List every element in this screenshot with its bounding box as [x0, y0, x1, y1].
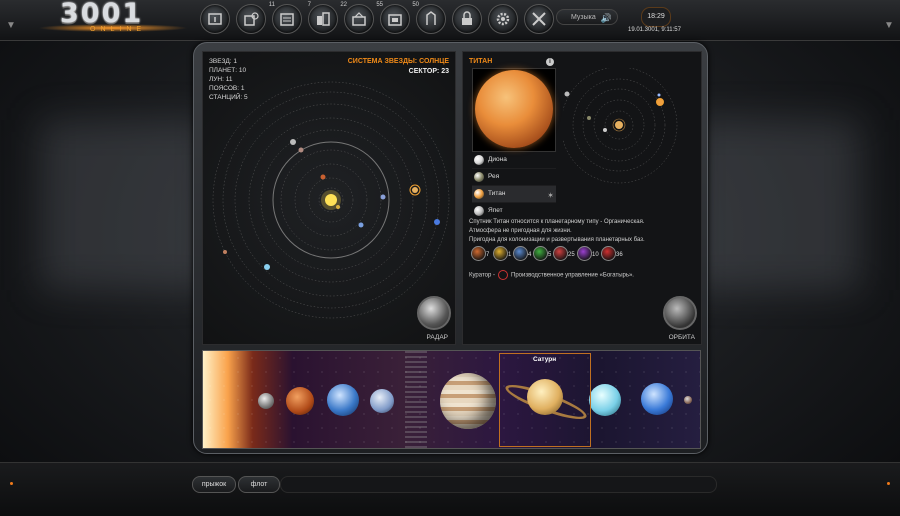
resource-value: 4	[528, 252, 532, 258]
belts-count: ПОЯСОВ: 1	[209, 85, 245, 92]
build-icon[interactable]: 7	[272, 2, 311, 34]
music-label: Музыка	[571, 14, 596, 21]
orbit-label: ОРБИТА	[668, 334, 695, 341]
curator-label: Куратор -	[469, 272, 495, 279]
alien-resource-icon	[601, 246, 616, 261]
storage-icon[interactable]: 50	[380, 2, 419, 34]
bio-resource-icon	[533, 246, 548, 261]
radar-label: РАДАР	[426, 334, 448, 341]
orbit-button[interactable]	[663, 296, 697, 330]
info-icon[interactable]	[200, 4, 230, 34]
bottom-info-line	[280, 476, 717, 493]
top-bar: ▼ ▼ 3001 ONLINE 11 7 22 55 50 Музыка 🔊 18:29…	[0, 0, 900, 41]
resource-value: 36	[616, 252, 623, 258]
stations-count: СТАНЦИЙ: 5	[209, 94, 248, 101]
factory-icon[interactable]: 22	[308, 2, 347, 34]
selected-planet-frame	[499, 353, 591, 447]
planet-mercury[interactable]	[258, 393, 274, 409]
moon-name: Рея	[488, 173, 500, 180]
moon-name: Титан	[488, 190, 506, 197]
info-icon[interactable]: i	[546, 58, 554, 66]
tech-resource-icon	[513, 246, 528, 261]
sector-label: СЕКТОР: 23	[408, 68, 449, 75]
resource-value: 5	[548, 252, 552, 258]
right-edge-light	[887, 482, 890, 485]
selected-planet-label: Сатурн	[533, 356, 557, 363]
moon-list-item[interactable]: Диона	[472, 152, 556, 169]
moon-name: Япет	[488, 207, 503, 214]
fire-resource-icon	[471, 246, 486, 261]
tools-icon[interactable]	[524, 4, 554, 34]
radar-button[interactable]	[417, 296, 451, 330]
settings-icon[interactable]	[488, 4, 518, 34]
collapse-right-arrow-icon[interactable]: ▼	[882, 20, 896, 32]
moons-count: ЛУН: 11	[209, 76, 233, 83]
speaker-icon: 🔊	[600, 13, 612, 23]
asteroid-belt[interactable]	[405, 351, 427, 448]
curator-line: Куратор - Производственное управление «Бо…	[469, 270, 634, 280]
game-date: 19.01.3001, 9:11:57	[628, 27, 681, 33]
curator-name[interactable]: Производственное управление «Богатырь».	[511, 273, 634, 279]
planet-strip: Сатурн	[202, 350, 701, 449]
moon-detail-panel: ТИТАН i Диона Рея Титан ✶ Япет Спутник Титан…	[462, 51, 702, 345]
star-system-panel: ЗВЕЗД: 1 ПЛАНЕТ: 10 ЛУН: 11 ПОЯСОВ: 1 СТ…	[202, 51, 456, 345]
moon-list-item[interactable]: Рея	[472, 169, 556, 186]
moon-thumb-icon	[474, 206, 484, 216]
planet-uranus[interactable]	[589, 384, 621, 416]
resource-value: 7	[486, 252, 490, 258]
planet-earth[interactable]	[327, 384, 359, 416]
moon-name: Диона	[488, 156, 507, 163]
fleet-button[interactable]: флот	[238, 476, 280, 493]
stars-count: ЗВЕЗД: 1	[209, 58, 238, 65]
curator-emblem-icon	[498, 270, 508, 280]
nav-badge: 7	[307, 2, 311, 8]
main-frame: ЗВЕЗД: 1 ПЛАНЕТ: 10 ЛУН: 11 ПОЯСОВ: 1 СТ…	[193, 42, 708, 454]
moon-description: Спутник Титан относится к планетарному т…	[469, 219, 645, 243]
game-logo: 3001 ONLINE	[38, 0, 188, 36]
resource-value: 25	[568, 252, 575, 258]
moon-thumb-icon	[474, 172, 484, 182]
system-stats: ЗВЕЗД: 1 ПЛАНЕТ: 10 ЛУН: 11 ПОЯСОВ: 1 СТ…	[209, 57, 248, 102]
nav-badge: 22	[340, 2, 347, 8]
planet-pluto[interactable]	[684, 396, 692, 404]
nav-badge: 50	[412, 2, 419, 8]
energy-resource-icon	[493, 246, 508, 261]
planet-venus[interactable]	[286, 387, 314, 415]
resource-value: 1	[508, 252, 512, 258]
gear-building-icon[interactable]: 11	[236, 2, 275, 34]
clock: 18:29	[641, 7, 671, 27]
fleet-icon[interactable]	[416, 4, 446, 34]
crystal-resource-icon	[553, 246, 568, 261]
left-edge-light	[10, 482, 13, 485]
jump-button[interactable]: прыжок	[192, 476, 236, 493]
resource-value: 10	[592, 252, 599, 258]
moon-list-item[interactable]: Титан ✶	[472, 186, 556, 203]
colony-flag-icon: ✶	[547, 191, 554, 200]
moon-title: ТИТАН	[469, 58, 493, 65]
system-title: СИСТЕМА ЗВЕЗДЫ: СОЛНЦЕ	[347, 58, 449, 65]
planet-orbit-map[interactable]	[563, 68, 697, 198]
collapse-left-arrow-icon[interactable]: ▼	[4, 20, 18, 32]
lock-icon[interactable]	[452, 4, 482, 34]
moon-thumb-icon	[474, 155, 484, 165]
planet-neptune[interactable]	[641, 383, 673, 415]
music-toggle[interactable]: Музыка 🔊	[556, 9, 618, 25]
moon-list: Диона Рея Титан ✶ Япет	[472, 152, 556, 220]
planet-mars[interactable]	[370, 389, 394, 413]
nav-badge: 11	[268, 2, 275, 8]
planet-jupiter[interactable]	[440, 373, 496, 429]
psi-resource-icon	[577, 246, 592, 261]
moon-image	[472, 68, 556, 152]
moon-thumb-icon	[474, 189, 484, 199]
nav-badge: 55	[376, 2, 383, 8]
research-icon[interactable]: 55	[344, 2, 383, 34]
planets-count: ПЛАНЕТ: 10	[209, 67, 247, 74]
